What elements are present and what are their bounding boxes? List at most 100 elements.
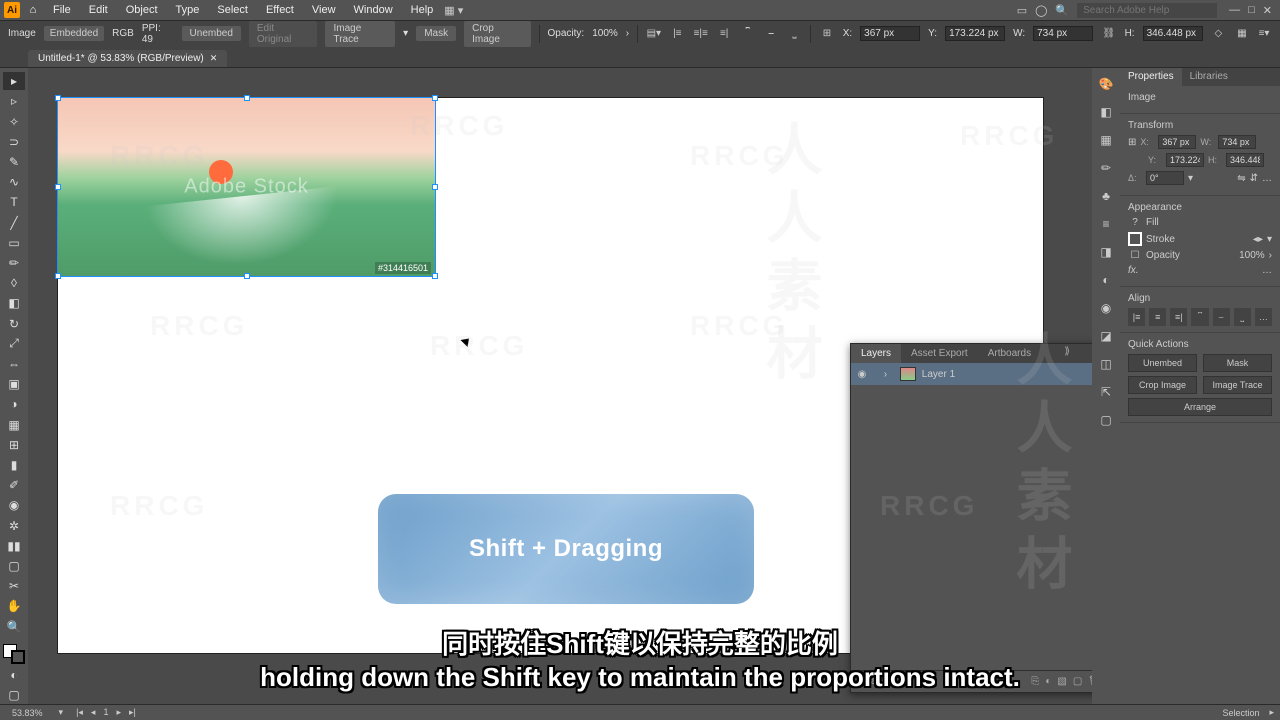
status-more-icon[interactable]: ▸ [1269,707,1274,718]
document-tab[interactable]: Untitled-1* @ 53.83% (RGB/Preview) ✕ [28,50,227,67]
artboard-tool-icon[interactable]: ▢ [3,557,25,575]
align-more-icon[interactable]: … [1255,308,1272,326]
angle-input[interactable] [1146,171,1184,185]
mask-button[interactable]: Mask [416,26,456,41]
layers-tab[interactable]: Layers [851,344,901,363]
visibility-toggle-icon[interactable]: ◉ [855,369,869,380]
blend-tool-icon[interactable]: ◉ [3,496,25,514]
unembed-button[interactable]: Unembed [182,26,241,41]
magic-wand-tool-icon[interactable]: ✧ [3,112,25,130]
asset-export-tab[interactable]: Asset Export [901,344,978,363]
lasso-tool-icon[interactable]: ⊃ [3,133,25,151]
reference-point-icon[interactable]: ⊞ [1128,137,1136,148]
w-input[interactable] [1033,26,1093,41]
opacity-value[interactable]: 100% [592,28,618,39]
resize-handle[interactable] [244,273,250,279]
symbols-panel-icon[interactable]: ♣ [1096,186,1116,206]
swatches-panel-icon[interactable]: ▦ [1096,130,1116,150]
artboards-panel-icon[interactable]: ▢ [1096,410,1116,430]
eraser-tool-icon[interactable]: ◧ [3,294,25,312]
menu-select[interactable]: Select [210,2,255,18]
line-segment-tool-icon[interactable]: ╱ [3,213,25,231]
align-right-icon[interactable]: ≡| [716,26,731,42]
menu-edit[interactable]: Edit [82,2,115,18]
workspace-switcher-icon[interactable]: ▦ ▾ [444,4,463,17]
opacity-value[interactable]: 100% [1239,250,1265,261]
more-options-icon[interactable]: … [1262,173,1272,184]
transparency-panel-icon[interactable]: ◐ [1096,270,1116,290]
align-left-icon[interactable]: |≡ [1128,308,1145,326]
opacity-dropdown-icon[interactable]: › [1269,250,1272,261]
direct-selection-tool-icon[interactable]: ▹ [3,92,25,110]
lock-column[interactable] [875,369,878,380]
image-trace-more-icon[interactable]: ▾ [403,28,408,39]
image-trace-button[interactable]: Image Trace [325,21,395,47]
flip-vertical-icon[interactable]: ⇵ [1250,173,1258,184]
libraries-tab[interactable]: Libraries [1182,68,1236,86]
align-center-v-icon[interactable]: ⎯ [1213,308,1230,326]
home-icon[interactable]: ⌂ [24,2,42,18]
x-input[interactable] [860,26,920,41]
mesh-tool-icon[interactable]: ⊞ [3,436,25,454]
menu-window[interactable]: Window [347,2,400,18]
free-transform-tool-icon[interactable]: ▣ [3,375,25,393]
transform-reference-icon[interactable]: ⊞ [819,26,834,42]
draw-mode-icon[interactable]: ◐ [3,666,25,684]
close-icon[interactable]: ✕ [1263,4,1272,17]
color-panel-icon[interactable]: 🎨 [1096,74,1116,94]
slice-tool-icon[interactable]: ✂ [3,577,25,595]
brushes-panel-icon[interactable]: ✏ [1096,158,1116,178]
artboard-number[interactable]: 1 [100,707,111,718]
shaper-tool-icon[interactable]: ◊ [3,274,25,292]
panel-collapse-icon[interactable]: ⟫ [1060,344,1074,363]
stroke-weight-stepper[interactable]: ◂▸ [1253,234,1263,245]
eyedropper-tool-icon[interactable]: ✐ [3,476,25,494]
artboards-tab[interactable]: Artboards [978,344,1041,363]
h-input[interactable] [1226,153,1264,167]
new-layer-icon[interactable]: ▢ [1073,676,1082,687]
menu-file[interactable]: File [46,2,78,18]
create-sublayer-icon[interactable]: ▧ [1057,676,1066,687]
menu-object[interactable]: Object [119,2,165,18]
prev-artboard-icon[interactable]: ◂ [88,707,99,718]
placed-image[interactable]: Adobe Stock #314416501 [58,98,435,276]
stroke-swatch-icon[interactable] [11,650,25,664]
resize-handle[interactable] [432,273,438,279]
flip-horizontal-icon[interactable]: ⇋ [1237,173,1245,184]
align-left-icon[interactable]: |≡ [670,26,685,42]
opacity-more-icon[interactable]: › [626,28,629,39]
align-icon[interactable]: ▤▾ [646,26,661,42]
mask-button[interactable]: Mask [1203,354,1272,372]
rotate-tool-icon[interactable]: ↻ [3,314,25,332]
perspective-grid-tool-icon[interactable]: ▦ [3,415,25,433]
menu-effect[interactable]: Effect [259,2,301,18]
crop-image-button[interactable]: Crop Image [1128,376,1197,394]
resize-handle[interactable] [432,95,438,101]
preferences-icon[interactable]: ≡▾ [1256,26,1272,42]
layer-name[interactable]: Layer 1 [922,369,955,380]
align-right-icon[interactable]: ≡| [1170,308,1187,326]
make-clipping-mask-icon[interactable]: ◐ [1045,676,1051,687]
arrange-button[interactable]: Arrange [1128,398,1272,416]
w-input[interactable] [1218,135,1256,149]
color-guide-panel-icon[interactable]: ◧ [1096,102,1116,122]
fx-label[interactable]: fx. [1128,265,1139,276]
shear-icon[interactable]: ◇ [1211,26,1226,42]
asset-export-panel-icon[interactable]: ⇱ [1096,382,1116,402]
locate-object-icon[interactable]: ⎘ [1031,676,1039,687]
minimize-icon[interactable]: ― [1229,4,1240,17]
search-icon[interactable]: 🔍 [1055,4,1069,17]
y-input[interactable] [1166,153,1204,167]
shape-builder-tool-icon[interactable]: ◑ [3,395,25,413]
h-input[interactable] [1143,26,1203,41]
layers-panel-icon[interactable]: ◫ [1096,354,1116,374]
x-input[interactable] [1158,135,1196,149]
gpu-info-icon[interactable]: ◯ [1035,4,1047,17]
arrange-documents-icon[interactable]: ▭ [1017,4,1027,17]
type-tool-icon[interactable]: T [3,193,25,211]
stroke-weight-dropdown-icon[interactable]: ▾ [1267,234,1272,245]
gradient-panel-icon[interactable]: ◨ [1096,242,1116,262]
align-center-v-icon[interactable]: ⎯ [763,26,778,42]
appearance-more-icon[interactable]: … [1262,265,1272,276]
width-tool-icon[interactable]: ⇔ [3,355,25,373]
